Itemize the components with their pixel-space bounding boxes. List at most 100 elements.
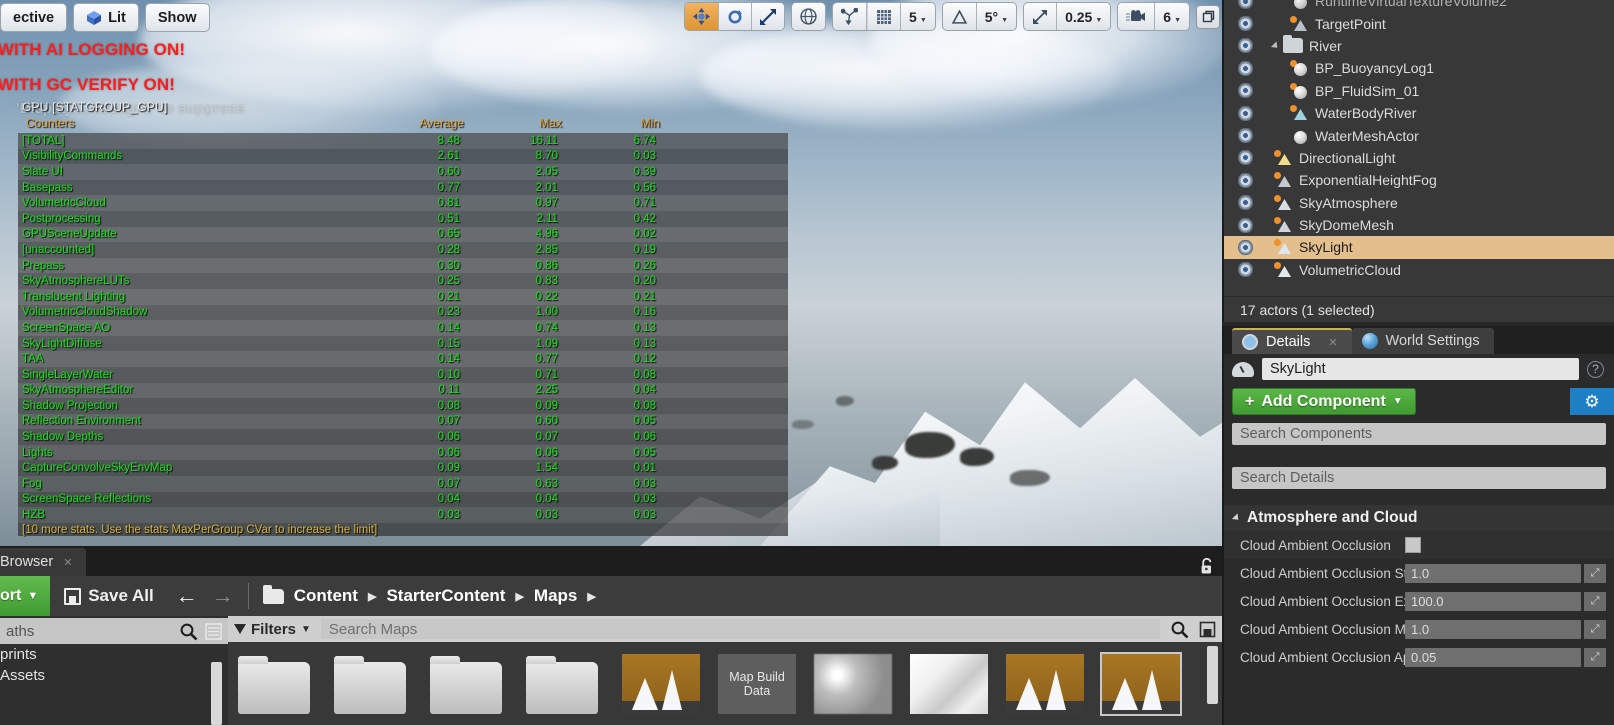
transform-tools-group[interactable] (684, 2, 786, 31)
visibility-eye-icon[interactable] (1238, 83, 1253, 99)
sources-item-blueprints[interactable]: prints (0, 644, 228, 665)
outliner-rows-container[interactable]: RuntimeVirtualTextureVolume2 TargetPoint R… (1224, 0, 1614, 281)
details-tabbar[interactable]: Details ✕ World Settings (1224, 326, 1614, 354)
property-control[interactable]: 0.05 ⤢ (1405, 647, 1614, 667)
sources-scrollbar[interactable] (211, 662, 222, 725)
visibility-eye-icon[interactable] (1238, 16, 1253, 32)
view-mode-lit-button[interactable]: Lit (73, 3, 139, 32)
surface-snap-icon[interactable] (833, 3, 868, 30)
content-browser-tabbar[interactable]: Browser ✕ (0, 546, 1222, 576)
asset-thumbnail[interactable] (622, 654, 700, 714)
tab-world-settings[interactable]: World Settings (1351, 328, 1494, 354)
details-panel[interactable]: Details ✕ World Settings SkyLight ? + Ad… (1222, 326, 1614, 725)
outliner-item-skylight[interactable]: SkyLight (1224, 236, 1614, 259)
search-details-input[interactable]: Search Details (1232, 467, 1606, 489)
move-arrows-icon[interactable] (685, 3, 720, 30)
snap-settings-group[interactable]: 5 ▼ (832, 2, 936, 31)
world-outliner-panel[interactable]: RuntimeVirtualTextureVolume2 TargetPoint R… (1222, 0, 1614, 322)
components-tree-area[interactable] (1224, 445, 1614, 463)
breadcrumb-startercontent[interactable]: StarterContent (386, 586, 505, 606)
camera-icon[interactable] (1118, 3, 1156, 30)
close-icon[interactable]: ✕ (1328, 336, 1337, 349)
show-menu-button[interactable]: Show (144, 3, 210, 32)
property-value-field[interactable]: 1.0 (1405, 619, 1581, 639)
outliner-item-skydomemesh[interactable]: SkyDomeMesh (1224, 214, 1614, 236)
asset-item[interactable]: Map Build Data (718, 654, 796, 714)
search-maps-input[interactable]: Search Maps (320, 619, 1160, 639)
visibility-eye-icon[interactable] (1238, 105, 1253, 121)
asset-filter-bar[interactable]: Filters ▼ Search Maps (228, 616, 1222, 642)
outliner-item-targetpoint[interactable]: TargetPoint (1224, 12, 1614, 34)
property-value-field[interactable]: 1.0 (1405, 563, 1581, 583)
scale-diagonal-icon[interactable] (1024, 3, 1058, 30)
camera-speed-group[interactable]: 6 ▼ (1117, 2, 1190, 31)
property-value-field[interactable]: 100.0 (1405, 591, 1581, 611)
rotation-snap-value[interactable]: 5° ▼ (977, 3, 1016, 30)
content-browser-panel[interactable]: Browser ✕ ort ▼ Save All ← → Content ▶ S… (0, 546, 1222, 725)
asset-item[interactable] (1100, 652, 1182, 716)
property-rows-container[interactable]: Cloud Ambient Occlusion Cloud Ambient Occ… (1224, 531, 1614, 671)
sources-item-assets[interactable]: Assets (0, 665, 228, 686)
tab-details[interactable]: Details ✕ (1232, 328, 1352, 354)
asset-view-scrollbar[interactable] (1207, 646, 1218, 704)
asset-view-panel[interactable]: Filters ▼ Search Maps Map Build Data (228, 616, 1222, 725)
visibility-eye-icon[interactable] (1238, 239, 1253, 255)
folder-icon[interactable] (334, 656, 406, 714)
outliner-item-volumetriccloud[interactable]: VolumetricCloud (1224, 259, 1614, 281)
search-components-input[interactable]: Search Components (1232, 423, 1606, 445)
asset-thumbnail[interactable] (1100, 652, 1182, 716)
help-icon[interactable]: ? (1587, 360, 1604, 378)
save-icon[interactable] (1199, 621, 1216, 638)
asset-grid[interactable]: Map Build Data (228, 642, 1222, 716)
search-icon[interactable] (179, 622, 198, 641)
breadcrumb-content[interactable]: Content (294, 586, 358, 606)
blueprint-settings-button[interactable]: ⚙ (1570, 388, 1614, 415)
property-expand-icon[interactable]: ⤢ (1584, 591, 1606, 611)
actor-name-field[interactable]: SkyLight (1262, 358, 1579, 380)
property-control[interactable] (1405, 537, 1614, 553)
folder-icon[interactable] (430, 656, 502, 714)
property-row[interactable]: Cloud Ambient Occlusion Ap 0.05 ⤢ (1224, 643, 1614, 671)
outliner-item-river[interactable]: River (1224, 35, 1614, 57)
visibility-eye-icon[interactable] (1238, 60, 1253, 76)
visibility-eye-icon[interactable] (1238, 150, 1253, 166)
visibility-eye-icon[interactable] (1238, 262, 1253, 278)
property-checkbox[interactable] (1405, 537, 1421, 553)
visibility-eye-icon[interactable] (1238, 128, 1253, 144)
property-control[interactable]: 1.0 ⤢ (1405, 619, 1614, 639)
save-all-button[interactable]: Save All (64, 586, 154, 606)
outliner-item-skyatmosphere[interactable]: SkyAtmosphere (1224, 192, 1614, 214)
visibility-eye-icon[interactable] (1238, 38, 1253, 54)
content-browser-toolbar[interactable]: ort ▼ Save All ← → Content ▶ StarterCont… (0, 558, 1222, 616)
level-viewport[interactable]: ective Lit Show 5 ▼ 5° ▼ 0.25 ▼ 6 ▼ WITH… (0, 0, 1222, 546)
asset-item[interactable] (814, 654, 892, 714)
coordinate-system-group[interactable] (791, 2, 827, 31)
import-button[interactable]: ort ▼ (0, 576, 51, 616)
scale-arrow-icon[interactable] (752, 3, 784, 30)
property-control[interactable]: 100.0 ⤢ (1405, 591, 1614, 611)
filters-button[interactable]: Filters ▼ (234, 621, 311, 638)
globe-icon[interactable] (792, 3, 825, 30)
nav-buttons[interactable]: ← → (176, 585, 234, 607)
tab-content-browser[interactable]: Browser ✕ (0, 548, 87, 576)
asset-item[interactable] (1006, 654, 1084, 714)
asset-thumbnail[interactable] (910, 654, 988, 714)
rotate-icon[interactable] (719, 3, 753, 30)
actor-name-row[interactable]: SkyLight ? (1224, 354, 1614, 384)
outliner-item-bp-buoyancylog1[interactable]: BP_BuoyancyLog1 (1224, 57, 1614, 79)
asset-item[interactable] (430, 654, 508, 714)
property-expand-icon[interactable]: ⤢ (1584, 619, 1606, 639)
close-icon[interactable]: ✕ (63, 556, 72, 569)
scale-snap-group[interactable]: 0.25 ▼ (1023, 2, 1112, 31)
visibility-eye-icon[interactable] (1238, 172, 1253, 188)
lock-icon[interactable] (1200, 558, 1214, 575)
search-paths-input[interactable]: aths (0, 618, 228, 644)
camera-speed-value[interactable]: 6 ▼ (1155, 3, 1189, 30)
outliner-item-exponentialheightfog[interactable]: ExponentialHeightFog (1224, 169, 1614, 191)
add-component-row[interactable]: + Add Component ▼ ⚙ (1224, 384, 1614, 419)
angle-icon[interactable] (943, 3, 977, 30)
back-icon[interactable]: ← (176, 585, 198, 607)
folder-icon[interactable] (526, 656, 598, 714)
outliner-item-bp-fluidsim-01[interactable]: BP_FluidSim_01 (1224, 80, 1614, 102)
property-row[interactable]: Cloud Ambient Occlusion Mа 1.0 ⤢ (1224, 615, 1614, 643)
